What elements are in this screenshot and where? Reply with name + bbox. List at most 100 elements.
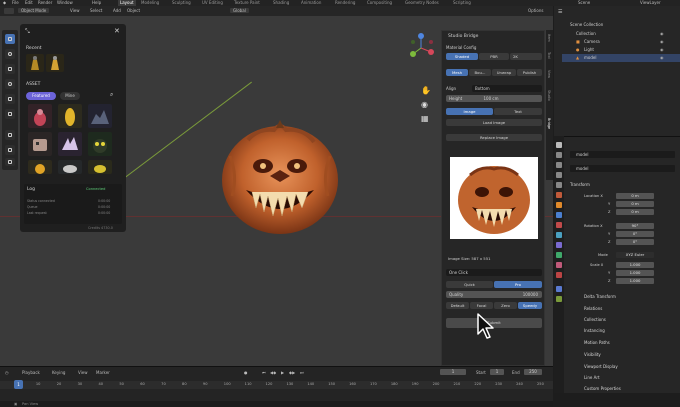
visibility-eye-icon[interactable]: ◉: [660, 31, 664, 36]
current-frame-field[interactable]: 1: [440, 369, 466, 375]
asset-thumb[interactable]: [58, 160, 82, 174]
shader-fx-tab-icon[interactable]: [556, 286, 562, 292]
style-focal-button[interactable]: Focal: [470, 302, 493, 309]
height-field[interactable]: Height 100 cm: [446, 95, 542, 102]
source-text-tab[interactable]: Text: [494, 108, 542, 115]
quality-field[interactable]: Quality 100000: [446, 291, 542, 298]
scale-z-field[interactable]: 1.000: [616, 278, 654, 284]
motion-paths-section[interactable]: Motion Paths: [584, 340, 610, 345]
prev-keyframe-icon[interactable]: ◀◆: [270, 370, 276, 375]
outliner-row-light[interactable]: ● Light ◉: [562, 46, 680, 54]
mode-shaded-button[interactable]: Shaded: [446, 53, 478, 60]
tab-featured[interactable]: Featured: [26, 92, 56, 100]
asset-thumb[interactable]: [88, 132, 112, 156]
menu-view[interactable]: View: [78, 370, 88, 375]
visibility-eye-icon[interactable]: ◉: [660, 39, 664, 44]
object-name-field[interactable]: model: [570, 151, 675, 158]
align-select[interactable]: Bottom: [472, 85, 542, 92]
rotation-z-field[interactable]: 0°: [616, 239, 654, 245]
location-x-field[interactable]: 0 m: [616, 193, 654, 199]
menu-add[interactable]: Add: [113, 8, 121, 13]
action-unwrap-button[interactable]: Unwrap: [492, 69, 516, 76]
pan-hand-icon[interactable]: ✋: [421, 86, 431, 95]
editor-type-icon[interactable]: [4, 8, 14, 14]
annotate-tool[interactable]: [5, 130, 15, 140]
object-data-field[interactable]: model: [570, 165, 675, 172]
style-default-button[interactable]: Default: [446, 302, 469, 309]
tool-tab-icon[interactable]: [556, 142, 562, 148]
asset-thumb[interactable]: [28, 160, 52, 174]
data-tab-icon[interactable]: [556, 252, 562, 258]
mode-select[interactable]: Object Mode: [18, 8, 50, 13]
material-tab-icon[interactable]: [556, 262, 562, 268]
expand-icon[interactable]: ⤡: [25, 28, 30, 36]
asset-thumb[interactable]: [28, 104, 52, 128]
viewport-display-section[interactable]: Viewport Display: [584, 364, 618, 369]
jump-start-icon[interactable]: ⏮: [262, 370, 266, 375]
menu-marker[interactable]: Marker: [96, 370, 110, 375]
resolution-select[interactable]: 2K: [510, 53, 542, 60]
pumpkin-model[interactable]: [218, 116, 342, 238]
world-tab-icon[interactable]: [556, 192, 562, 198]
tab-tool[interactable]: Tool: [547, 52, 551, 59]
output-tab-icon[interactable]: [556, 162, 562, 168]
texture-tab-icon[interactable]: [556, 272, 562, 278]
action-publish-button[interactable]: Publish: [517, 69, 542, 76]
timeline-editor-icon[interactable]: ◷: [5, 370, 9, 375]
cursor-tool[interactable]: [5, 49, 15, 59]
asset-thumb[interactable]: [58, 104, 82, 128]
add-cube-tool[interactable]: [5, 158, 15, 166]
grid-view-icon[interactable]: ▦: [421, 114, 429, 123]
asset-thumb[interactable]: [88, 104, 112, 128]
outliner-row-camera[interactable]: ■ Camera ◉: [562, 38, 680, 46]
physics-tab-icon[interactable]: [556, 232, 562, 238]
relations-section[interactable]: Relations: [584, 306, 602, 311]
outliner-row-model[interactable]: ▲ model ◉: [562, 54, 680, 62]
tab-item[interactable]: Item: [547, 34, 551, 42]
next-keyframe-icon[interactable]: ◆▶: [289, 370, 295, 375]
visibility-section[interactable]: Visibility: [584, 352, 601, 357]
menu-keying[interactable]: Keying: [52, 370, 65, 375]
frame-ruler[interactable]: 1102030405060708090100110120130140150160…: [0, 381, 553, 389]
constraints-tab-icon[interactable]: [556, 242, 562, 248]
jump-end-icon[interactable]: ⏭: [300, 370, 304, 375]
close-icon[interactable]: ✕: [114, 27, 120, 35]
delta-transform-section[interactable]: Delta Transform: [584, 294, 616, 299]
style-speedy-button[interactable]: Speedy: [518, 302, 542, 309]
navigation-gizmo[interactable]: [405, 32, 437, 64]
custom-properties-section[interactable]: Custom Properties: [584, 386, 621, 391]
rotation-x-field[interactable]: 90°: [616, 223, 654, 229]
replace-image-button[interactable]: Replace Image: [446, 134, 542, 141]
outliner-row-collection[interactable]: Collection ◉: [562, 30, 680, 38]
measure-tool[interactable]: [5, 145, 15, 155]
location-y-field[interactable]: 0 m: [616, 201, 654, 207]
view-layer-tab-icon[interactable]: [556, 172, 562, 178]
collections-section[interactable]: Collections: [584, 317, 606, 322]
recent-asset-thumb[interactable]: [26, 54, 44, 72]
location-z-field[interactable]: 0 m: [616, 209, 654, 215]
visibility-eye-icon[interactable]: ◉: [660, 47, 664, 52]
menu-object[interactable]: Object: [127, 8, 140, 13]
mode-pbr-button[interactable]: PBR: [479, 53, 509, 60]
end-frame-field[interactable]: 250: [524, 369, 542, 375]
object-tab-icon[interactable]: [556, 202, 562, 208]
style-zero-button[interactable]: Zero: [494, 302, 517, 309]
menu-playback[interactable]: Playback: [22, 370, 40, 375]
action-bound-button[interactable]: Bou...: [469, 69, 491, 76]
render-tab-icon[interactable]: [556, 152, 562, 158]
rotation-y-field[interactable]: 0°: [616, 231, 654, 237]
select-tool[interactable]: [5, 34, 15, 44]
instancing-section[interactable]: Instancing: [584, 328, 605, 333]
object-data-tab-icon[interactable]: [556, 296, 562, 302]
scale-tool[interactable]: [5, 94, 15, 104]
transform-section[interactable]: Transform: [570, 182, 590, 187]
line-art-section[interactable]: Line Art: [584, 375, 600, 380]
quality-pro-tab[interactable]: Pro: [494, 281, 542, 288]
load-image-button[interactable]: Load Image: [446, 119, 542, 126]
model-select[interactable]: One Click: [446, 269, 542, 276]
record-icon[interactable]: ●: [244, 370, 248, 375]
asset-thumb[interactable]: [88, 160, 112, 174]
play-icon[interactable]: ▶: [281, 370, 284, 375]
quality-quick-tab[interactable]: Quick: [446, 281, 493, 288]
asset-thumb[interactable]: [58, 132, 82, 156]
